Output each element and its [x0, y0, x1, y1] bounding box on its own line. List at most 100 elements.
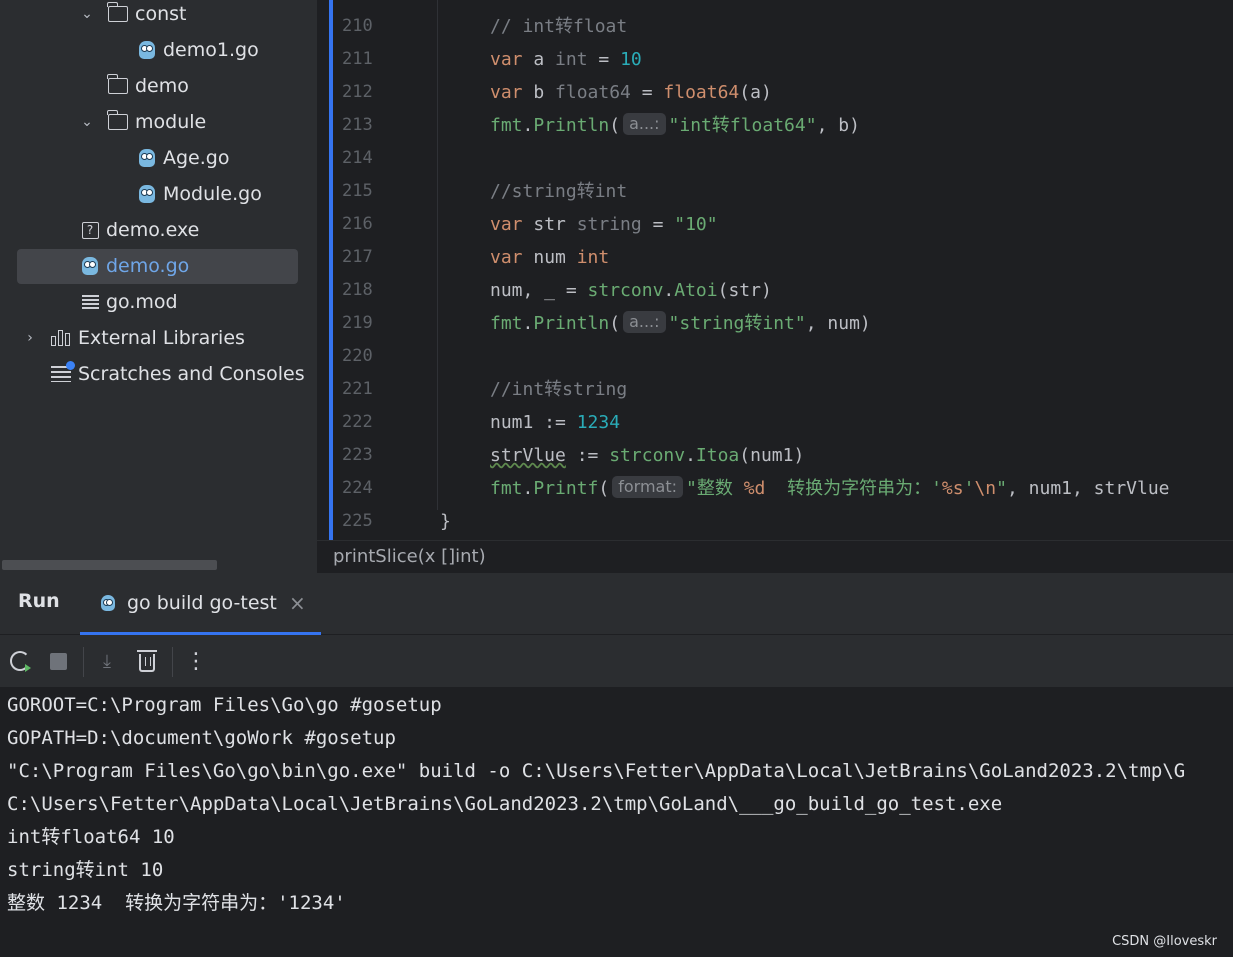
editor-focus-border [329, 0, 333, 540]
line-number: 213 [342, 115, 373, 135]
folder-icon [107, 68, 129, 104]
more-options-icon[interactable]: ⋮ [184, 649, 208, 674]
breadcrumb-bar: printSlice(x []int) [317, 540, 1233, 573]
tree-item-label: const [135, 3, 187, 25]
package-name: strconv [609, 445, 686, 466]
go-file-icon [136, 32, 158, 68]
tree-item-scratches[interactable]: Scratches and Consoles [0, 356, 317, 392]
trash-icon [137, 650, 157, 672]
console-output[interactable]: GOROOT=C:\Program Files\Go\go #gosetup G… [0, 687, 1233, 957]
stop-button[interactable] [46, 649, 70, 673]
code-line-217[interactable]: var num int [490, 241, 609, 274]
go-build-icon [101, 595, 115, 611]
scroll-to-end-icon: ⤓ [103, 650, 111, 672]
code-line-225[interactable]: } [440, 505, 451, 538]
format-verb: %s [941, 478, 964, 499]
tab-label: go build go-test [127, 592, 277, 614]
scroll-to-end-button[interactable]: ⤓ [95, 649, 119, 673]
line-number: 224 [342, 478, 373, 498]
comment: //string转int [490, 181, 628, 202]
function-call: Itoa [695, 445, 740, 466]
code-line-222[interactable]: num1 := 1234 [490, 406, 620, 439]
string-literal: "10" [674, 214, 718, 235]
escape-sequence: \n [974, 478, 997, 499]
type: int [555, 49, 588, 70]
code-line-223[interactable]: strVlue := strconv.Itoa(num1) [490, 439, 804, 472]
parameter-hint: a...: [623, 113, 666, 135]
tab-go-build[interactable]: go build go-test × [80, 573, 321, 635]
code-editor[interactable]: 210 211 212 213 214 215 216 217 218 219 … [317, 0, 1233, 540]
line-number: 219 [342, 313, 373, 333]
string-literal: " [996, 478, 1007, 499]
operator: = [587, 49, 621, 70]
library-icon [50, 320, 72, 356]
dot: . [663, 280, 675, 301]
tree-item-label: demo.go [106, 255, 190, 277]
code-line-211[interactable]: var a int = 10 [490, 43, 642, 76]
code-line-212[interactable]: var b float64 = float64(a) [490, 76, 772, 109]
dot: . [522, 478, 534, 499]
chevron-down-icon[interactable]: ⌄ [79, 0, 95, 32]
parameter-hint: format: [612, 476, 684, 498]
string-literal: "int转float64" [668, 115, 817, 136]
line-number: 221 [342, 379, 373, 399]
operator: = [641, 214, 675, 235]
go-file-icon [79, 248, 101, 284]
console-line: "C:\Program Files\Go\go\bin\go.exe" buil… [7, 760, 1186, 782]
chevron-down-icon[interactable]: ⌄ [79, 104, 95, 140]
paren: ( [609, 115, 621, 136]
tree-item-demo-go[interactable]: demo.go [0, 248, 317, 284]
code-line-221[interactable]: //int转string [490, 373, 627, 406]
parameter-hint: a...: [623, 311, 666, 333]
line-number: 210 [342, 16, 373, 36]
line-number: 220 [342, 346, 373, 366]
gomod-file-icon [79, 284, 101, 320]
tree-item-label: External Libraries [78, 327, 245, 349]
format-verb: %d [743, 478, 766, 499]
breadcrumb[interactable]: printSlice(x []int) [333, 541, 486, 572]
watermark: CSDN @Iloveskr [1112, 934, 1217, 949]
tree-item-label: module [135, 111, 207, 133]
run-title: Run [18, 590, 60, 612]
code-line-210[interactable]: // int转float [490, 10, 627, 43]
console-line: int转float64 10 [7, 826, 175, 848]
tree-item-demo[interactable]: demo [0, 68, 317, 104]
tree-item-demo1-go[interactable]: demo1.go [0, 32, 317, 68]
close-icon[interactable]: × [289, 591, 306, 615]
tree-item-module-go[interactable]: Module.go [0, 176, 317, 212]
arguments: , num1, strVlue [1006, 478, 1170, 499]
code-line-213[interactable]: fmt.Println(a...: "int转float64", b) [490, 109, 860, 142]
rerun-button[interactable] [8, 649, 32, 673]
keyword: var [490, 49, 523, 70]
stop-icon [49, 652, 67, 670]
dot: . [522, 115, 534, 136]
horizontal-scrollbar[interactable] [2, 560, 217, 570]
tree-item-label: demo.exe [106, 219, 200, 241]
arguments: (a) [739, 82, 772, 103]
tree-item-module[interactable]: ⌄ module [0, 104, 317, 140]
code-line-215[interactable]: //string转int [490, 175, 627, 208]
code-line-219[interactable]: fmt.Println(a...: "string转int", num) [490, 307, 871, 340]
tree-item-const[interactable]: ⌄ const [0, 0, 317, 32]
code-line-224[interactable]: fmt.Printf(format: "整数 %d 转换为字符串为：'%s'\n"… [490, 472, 1170, 505]
code-line-216[interactable]: var str string = "10" [490, 208, 718, 241]
folder-icon [107, 0, 129, 32]
console-line: string转int 10 [7, 859, 164, 881]
tree-item-external-libraries[interactable]: › External Libraries [0, 320, 317, 356]
chevron-right-icon[interactable]: › [22, 320, 38, 356]
tree-item-go-mod[interactable]: go.mod [0, 284, 317, 320]
assignment: num, _ = [490, 280, 588, 301]
tree-item-age-go[interactable]: Age.go [0, 140, 317, 176]
console-line: 整数 1234 转换为字符串为：'1234' [7, 892, 346, 914]
clear-all-button[interactable] [135, 649, 159, 673]
string-literal: "整数 [686, 478, 744, 499]
identifier: str [522, 214, 577, 235]
tree-item-demo-exe[interactable]: ? demo.exe [0, 212, 317, 248]
dot: . [685, 445, 696, 466]
package-name: strconv [587, 280, 664, 301]
string-literal: "string转int" [668, 313, 806, 334]
tree-item-label: Scratches and Consoles [78, 363, 305, 385]
code-line-218[interactable]: num, _ = strconv.Atoi(str) [490, 274, 772, 307]
string-literal: 转换为字符串为：' [765, 478, 942, 499]
dot: . [522, 313, 534, 334]
